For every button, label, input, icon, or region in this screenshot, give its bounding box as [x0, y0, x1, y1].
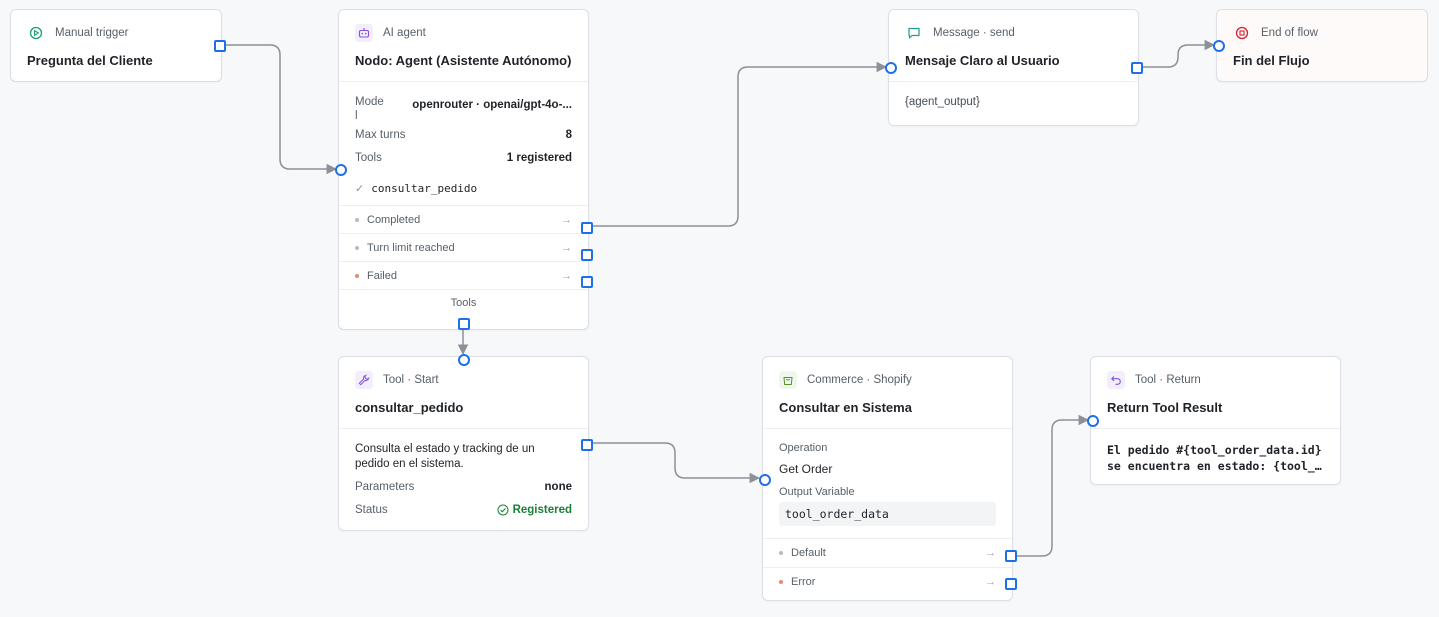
status-row: Status Registered — [355, 504, 572, 527]
node-kind-label: End of flow — [1261, 27, 1318, 39]
output-port[interactable] — [1131, 62, 1143, 74]
robot-icon — [355, 24, 373, 42]
node-ai-agent[interactable]: AI agent Nodo: Agent (Asistente Autónomo… — [335, 9, 593, 330]
status-label: Status — [355, 504, 388, 516]
parameters-row: Parameters none — [355, 481, 572, 504]
output-completed[interactable]: Completed → — [339, 205, 588, 233]
arrow-right-icon: → — [985, 576, 996, 588]
operation-label: Operation — [779, 442, 828, 454]
output-port[interactable] — [214, 40, 226, 52]
node-end-of-flow[interactable]: End of flow Fin del Flujo — [1213, 9, 1428, 82]
model-row: Mode l openrouter · openai/gpt-4o-... — [355, 95, 572, 129]
wire-shopify-to-return — [1010, 414, 1090, 557]
tools-row: Tools 1 registered — [355, 152, 572, 175]
input-port[interactable] — [335, 164, 347, 176]
input-port[interactable] — [458, 354, 470, 366]
arrow-right-icon: → — [561, 269, 572, 282]
node-tool-start[interactable]: Tool · Start consultar_pedido Consulta e… — [338, 354, 593, 531]
arrow-right-icon: → — [561, 241, 572, 254]
status-dot — [779, 580, 783, 584]
node-kind-label: Manual trigger — [55, 27, 129, 39]
input-port[interactable] — [1213, 40, 1225, 52]
node-kind-label: Commerce · Shopify — [807, 374, 912, 386]
max-turns-label: Max turns — [355, 129, 406, 141]
tools-label: Tools — [355, 152, 382, 164]
status-dot — [355, 273, 359, 278]
check-icon: ✓ — [355, 182, 365, 195]
input-port[interactable] — [885, 62, 897, 74]
node-title: Consultar en Sistema — [779, 400, 912, 415]
wire-message-to-end — [1136, 39, 1216, 68]
model-value: openrouter · openai/gpt-4o-... — [412, 99, 572, 111]
node-title: Mensaje Claro al Usuario — [905, 53, 1060, 68]
output-error[interactable]: Error → — [763, 567, 1012, 596]
node-kind-label: AI agent — [383, 27, 426, 39]
stop-circle-icon — [1233, 24, 1251, 42]
parameters-value: none — [544, 481, 572, 493]
arrow-right-icon: → — [985, 547, 996, 559]
output-port-failed[interactable] — [581, 276, 593, 288]
tool-item-name: consultar_pedido — [371, 181, 478, 195]
node-message-send[interactable]: Message · send Mensaje Claro al Usuario … — [885, 9, 1143, 126]
output-turn-limit[interactable]: Turn limit reached → — [339, 233, 588, 261]
output-default[interactable]: Default → — [763, 538, 1012, 567]
wire-tool-start-to-shopify — [586, 442, 761, 484]
output-variable-value: tool_order_data — [779, 502, 996, 526]
status-dot — [355, 217, 359, 222]
wrench-icon — [355, 371, 373, 389]
tool-list-item: ✓ consultar_pedido — [355, 175, 572, 201]
node-kind-label: Message · send — [933, 27, 1015, 39]
node-manual-trigger[interactable]: Manual trigger Pregunta del Cliente — [10, 9, 226, 82]
parameters-label: Parameters — [355, 481, 415, 493]
message-content: {agent_output} — [905, 96, 980, 108]
operation-value: Get Order — [779, 462, 833, 476]
check-circle-icon — [497, 504, 509, 516]
connection-wires — [219, 39, 1216, 557]
node-title: Return Tool Result — [1107, 400, 1223, 415]
arrow-right-icon: → — [561, 213, 572, 226]
max-turns-row: Max turns 8 — [355, 129, 572, 152]
tool-description: Consulta el estado y tracking de un pedi… — [355, 443, 535, 470]
node-title: Nodo: Agent (Asistente Autónomo) — [355, 53, 572, 68]
node-kind-label: Tool · Return — [1135, 374, 1201, 386]
node-tool-return[interactable]: Tool · Return Return Tool Result El pedi… — [1087, 356, 1341, 485]
output-port[interactable] — [581, 439, 593, 451]
tools-value: 1 registered — [506, 152, 572, 164]
node-title: Fin del Flujo — [1233, 53, 1310, 68]
node-title: consultar_pedido — [355, 400, 464, 415]
return-arrow-icon — [1107, 371, 1125, 389]
status-dot — [355, 245, 359, 250]
tools-port-label: Tools — [339, 289, 588, 315]
node-commerce-shopify[interactable]: Commerce · Shopify Consultar en Sistema … — [759, 356, 1017, 601]
node-kind-label: Tool · Start — [383, 374, 439, 386]
input-port[interactable] — [759, 474, 771, 486]
play-circle-icon — [27, 24, 45, 42]
output-port-turn-limit[interactable] — [581, 249, 593, 261]
output-variable-label: Output Variable — [779, 486, 855, 498]
output-port-tools[interactable] — [458, 318, 470, 330]
output-failed[interactable]: Failed → — [339, 261, 588, 289]
input-port[interactable] — [1087, 415, 1099, 427]
output-port-error[interactable] — [1005, 578, 1017, 590]
wire-trigger-to-agent — [219, 44, 338, 175]
return-content: El pedido #{tool_order_data.id} se encue… — [1107, 443, 1322, 473]
output-port-completed[interactable] — [581, 222, 593, 234]
shopping-bag-icon — [779, 371, 797, 389]
max-turns-value: 8 — [565, 129, 572, 141]
chat-bubble-icon — [905, 24, 923, 42]
status-dot — [779, 551, 783, 555]
output-port-default[interactable] — [1005, 550, 1017, 562]
wire-agent-to-message — [586, 61, 888, 227]
node-title: Pregunta del Cliente — [27, 53, 153, 68]
model-label: Mode l — [355, 96, 384, 122]
status-badge: Registered — [497, 504, 572, 516]
